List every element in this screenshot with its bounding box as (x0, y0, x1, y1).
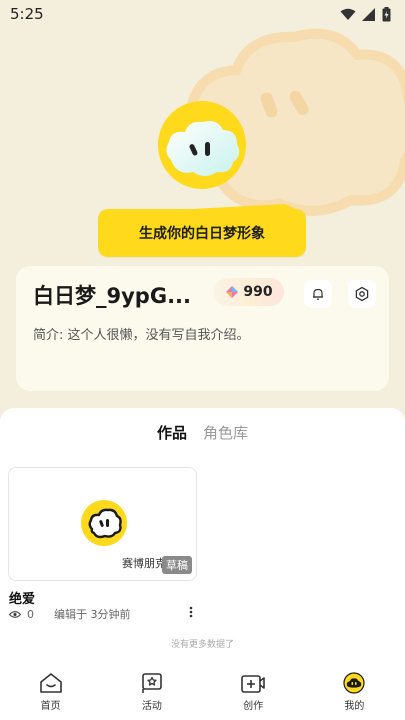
activity-icon (142, 673, 162, 693)
tab-character-library[interactable]: 角色库 (203, 418, 248, 458)
work-meta: 0 编辑于 3分钟前 (9, 606, 131, 622)
avatar[interactable] (157, 100, 247, 190)
view-count: 0 (27, 607, 34, 621)
edited-time: 编辑于 3分钟前 (54, 608, 131, 621)
vertical-dots-icon (189, 606, 193, 618)
home-icon (39, 673, 62, 693)
nav-activity-label: 活动 (141, 701, 162, 712)
work-cover-logo-icon (81, 500, 127, 546)
cellular-signal-icon (362, 7, 375, 21)
tab-bar: 作品 角色库 (0, 418, 405, 458)
work-style-label: 赛博朋克 (122, 557, 166, 570)
bottom-nav: 首页 活动 创作 我的 (0, 664, 405, 720)
nav-activity[interactable]: 活动 (117, 672, 187, 712)
wifi-icon (340, 8, 356, 20)
nav-create[interactable]: 创作 (218, 672, 288, 712)
settings-gear-icon (355, 286, 369, 302)
settings-button[interactable] (348, 280, 376, 308)
profile-bio: 简介: 这个人很懒，没有写自我介绍。 (33, 328, 250, 343)
notification-button[interactable] (304, 280, 332, 308)
more-options-icon[interactable] (185, 604, 197, 620)
status-bar: 5:25 (0, 0, 405, 28)
eye-icon (9, 610, 21, 618)
nav-home[interactable]: 首页 (16, 672, 86, 712)
nav-home-label: 首页 (40, 701, 61, 712)
bell-icon (313, 288, 323, 300)
list-end-text: 没有更多数据了 (170, 640, 234, 650)
gem-icon (226, 286, 239, 298)
nav-create-label: 创作 (243, 701, 264, 712)
create-icon (241, 675, 265, 693)
username: 白日梦_9ypG... (33, 284, 192, 308)
nav-profile-label: 我的 (344, 701, 365, 712)
profile-avatar-icon (343, 672, 365, 694)
points-value: 990 (243, 284, 273, 300)
battery-icon (382, 6, 391, 21)
tab-works[interactable]: 作品 (157, 418, 187, 458)
status-time: 5:25 (10, 5, 44, 23)
nav-profile[interactable]: 我的 (319, 672, 389, 712)
generate-avatar-button[interactable]: 生成你的白日梦形象 (98, 209, 306, 257)
status-icons (340, 6, 391, 22)
draft-badge: 草稿 (162, 556, 192, 574)
profile-card: 白日梦_9ypG... 990 简介: 这个人很懒，没有写自我介绍。 (16, 266, 389, 391)
points-badge[interactable]: 990 (214, 278, 284, 306)
work-title: 绝爱 (9, 592, 36, 607)
work-card[interactable]: 赛博朋克 草稿 (8, 467, 197, 581)
